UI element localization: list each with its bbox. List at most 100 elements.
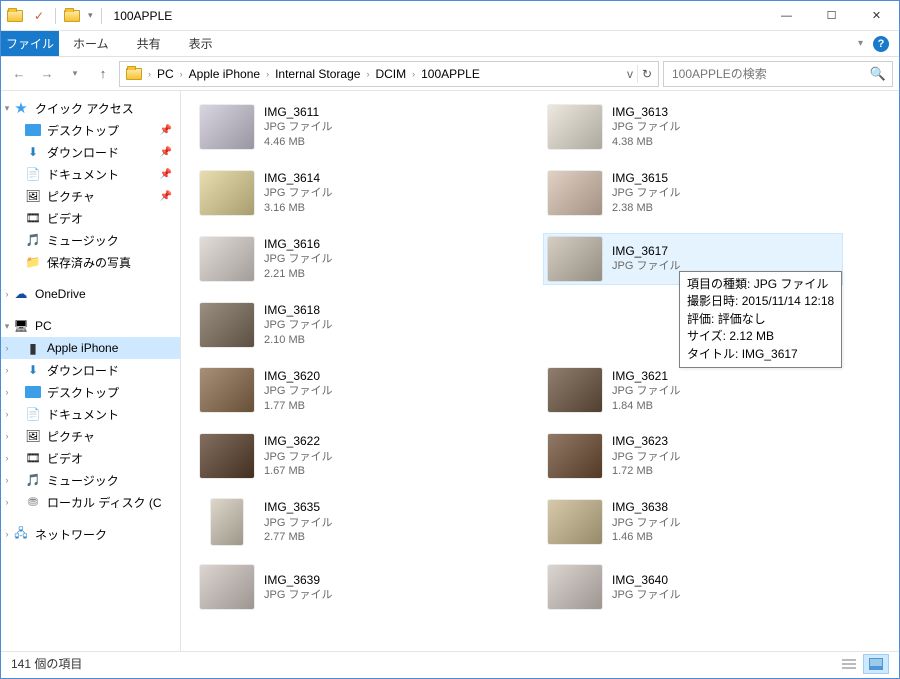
chevron-right-icon[interactable]: › [410, 69, 417, 79]
file-item[interactable]: IMG_3613JPG ファイル4.38 MB [543, 101, 843, 153]
navigation-pane[interactable]: ★ クイック アクセス デスクトップ📌 ダウンロード📌 ドキュメント📌 ピクチャ… [1, 91, 181, 651]
tree-music[interactable]: ミュージック [1, 229, 180, 251]
file-item[interactable]: IMG_3616JPG ファイル2.21 MB [195, 233, 495, 285]
file-item[interactable]: IMG_3620JPG ファイル1.77 MB [195, 365, 495, 417]
tree-apple-iphone[interactable]: ›Apple iPhone [1, 337, 180, 359]
chevron-right-icon[interactable]: › [2, 497, 12, 507]
tree-documents-2[interactable]: ›ドキュメント [1, 403, 180, 425]
tree-pictures-2[interactable]: ›ピクチャ [1, 425, 180, 447]
breadcrumb-100apple[interactable]: 100APPLE [417, 65, 484, 83]
help-icon[interactable]: ? [873, 36, 889, 52]
chevron-right-icon[interactable]: › [264, 69, 271, 79]
breadcrumb-dcim[interactable]: DCIM [371, 65, 410, 83]
tree-pictures[interactable]: ピクチャ📌 [1, 185, 180, 207]
chevron-right-icon[interactable]: › [2, 343, 12, 353]
file-thumbnail [211, 499, 243, 545]
tree-network[interactable]: ›ネットワーク [1, 523, 180, 545]
tree-label: ビデオ [47, 210, 83, 227]
video-icon [25, 450, 41, 466]
app-folder-icon [7, 8, 23, 24]
tree-music-2[interactable]: ›ミュージック [1, 469, 180, 491]
qat-properties-icon[interactable]: ✓ [31, 8, 47, 24]
tree-desktop[interactable]: デスクトップ📌 [1, 119, 180, 141]
chevron-down-icon[interactable] [2, 103, 12, 114]
search-input[interactable] [670, 66, 870, 82]
file-item[interactable]: IMG_3615JPG ファイル2.38 MB [543, 167, 843, 219]
tree-label: ピクチャ [47, 188, 95, 205]
file-item[interactable]: IMG_3614JPG ファイル3.16 MB [195, 167, 495, 219]
chevron-right-icon[interactable]: › [146, 69, 153, 79]
tree-downloads-2[interactable]: ›ダウンロード [1, 359, 180, 381]
file-type: JPG ファイル [264, 384, 332, 399]
file-size: 1.72 MB [612, 464, 680, 479]
tree-desktop-2[interactable]: ›デスクトップ [1, 381, 180, 403]
file-item[interactable]: IMG_3635JPG ファイル2.77 MB [195, 496, 495, 548]
nav-up-button[interactable]: ↑ [91, 62, 115, 86]
chevron-right-icon[interactable]: › [2, 453, 12, 463]
file-thumbnail [200, 105, 254, 149]
file-view[interactable]: IMG_3611JPG ファイル4.46 MB IMG_3613JPG ファイル4… [181, 91, 899, 651]
tree-videos-2[interactable]: ›ビデオ [1, 447, 180, 469]
tree-videos[interactable]: ビデオ [1, 207, 180, 229]
tab-file[interactable]: ファイル [1, 31, 59, 56]
file-size: 1.77 MB [264, 399, 332, 414]
address-bar[interactable]: › PC › Apple iPhone › Internal Storage ›… [119, 61, 659, 87]
minimize-button[interactable]: — [764, 1, 809, 31]
phone-icon [25, 340, 41, 356]
qat-dropdown-icon[interactable]: ▾ [88, 10, 93, 21]
chevron-right-icon[interactable]: › [2, 387, 12, 397]
tooltip-label: 項目の種類: [687, 277, 750, 291]
tree-documents[interactable]: ドキュメント📌 [1, 163, 180, 185]
file-item[interactable]: IMG_3638JPG ファイル1.46 MB [543, 496, 843, 548]
tree-saved-pictures[interactable]: 保存済みの写真 [1, 251, 180, 273]
close-button[interactable]: ✕ [854, 1, 899, 31]
tooltip-label: サイズ: [687, 329, 726, 343]
file-thumbnail [548, 368, 602, 412]
view-tiles-button[interactable] [863, 654, 889, 674]
chevron-right-icon[interactable]: › [2, 365, 12, 375]
file-type: JPG ファイル [264, 120, 332, 135]
chevron-right-icon[interactable]: › [178, 69, 185, 79]
search-box[interactable]: 🔍 [663, 61, 893, 87]
addr-root-icon[interactable] [122, 66, 146, 82]
file-item[interactable]: IMG_3621JPG ファイル1.84 MB [543, 365, 843, 417]
tree-quick-access[interactable]: ★ クイック アクセス [1, 97, 180, 119]
tree-downloads[interactable]: ダウンロード📌 [1, 141, 180, 163]
file-item[interactable]: IMG_3639JPG ファイル [195, 562, 495, 612]
address-history-dropdown[interactable]: v [623, 65, 637, 83]
nav-back-button[interactable]: ← [7, 62, 31, 86]
refresh-button[interactable]: ↻ [637, 65, 656, 83]
chevron-right-icon[interactable]: › [2, 431, 12, 441]
chevron-right-icon[interactable]: › [2, 529, 12, 539]
tree-pc[interactable]: PC [1, 315, 180, 337]
chevron-down-icon[interactable] [2, 321, 12, 332]
breadcrumb-storage[interactable]: Internal Storage [271, 65, 364, 83]
chevron-right-icon[interactable]: › [364, 69, 371, 79]
breadcrumb-iphone[interactable]: Apple iPhone [185, 65, 264, 83]
file-thumbnail [548, 565, 602, 609]
tooltip-label: 撮影日時: [687, 294, 738, 308]
file-item[interactable]: IMG_3618JPG ファイル2.10 MB [195, 299, 495, 351]
breadcrumb-pc[interactable]: PC [153, 65, 178, 83]
title-bar: ✓ ▾ 100APPLE — ☐ ✕ [1, 1, 899, 31]
file-item[interactable]: IMG_3611JPG ファイル4.46 MB [195, 101, 495, 153]
maximize-button[interactable]: ☐ [809, 1, 854, 31]
search-icon[interactable]: 🔍 [870, 66, 886, 82]
file-item[interactable]: IMG_3623JPG ファイル1.72 MB [543, 430, 843, 482]
tab-share[interactable]: 共有 [123, 31, 175, 56]
tree-local-disk[interactable]: ›ローカル ディスク (C [1, 491, 180, 513]
tab-view[interactable]: 表示 [175, 31, 227, 56]
nav-forward-button[interactable]: → [35, 62, 59, 86]
desktop-icon [25, 386, 41, 398]
view-details-button[interactable] [836, 654, 862, 674]
chevron-right-icon[interactable]: › [2, 409, 12, 419]
chevron-right-icon[interactable]: › [2, 475, 12, 485]
ribbon-expand-icon[interactable]: ▾ [858, 38, 863, 49]
tab-home[interactable]: ホーム [59, 31, 123, 56]
file-item[interactable]: IMG_3640JPG ファイル [543, 562, 843, 612]
nav-recent-button[interactable]: ▾ [63, 62, 87, 86]
chevron-right-icon[interactable]: › [2, 289, 12, 299]
tree-onedrive[interactable]: ›OneDrive [1, 283, 180, 305]
qat-folder-icon[interactable] [64, 8, 80, 24]
file-item[interactable]: IMG_3622JPG ファイル1.67 MB [195, 430, 495, 482]
